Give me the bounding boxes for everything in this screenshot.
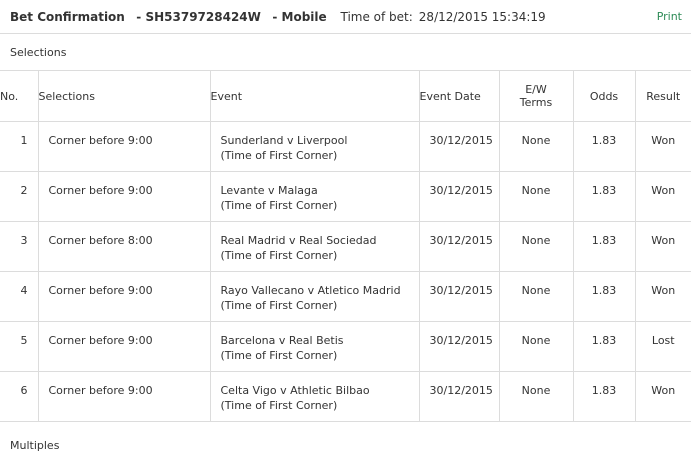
event-market: (Time of First Corner) bbox=[220, 349, 338, 362]
selection-cell: Corner before 8:00 bbox=[37, 221, 211, 272]
ew-terms-line1: E/W bbox=[525, 83, 547, 96]
row-number: 2 bbox=[0, 171, 39, 222]
event-date-cell: 30/12/2015 bbox=[418, 271, 500, 322]
selections-section-label: Selections bbox=[10, 46, 67, 59]
event-name: Sunderland v Liverpool bbox=[220, 134, 348, 147]
print-link[interactable]: Print bbox=[657, 10, 682, 23]
event-market: (Time of First Corner) bbox=[220, 299, 338, 312]
selection-cell: Corner before 9:00 bbox=[37, 371, 211, 422]
table-row: 1 Corner before 9:00 Sunderland v Liverp… bbox=[0, 121, 691, 172]
column-header-no: No. bbox=[0, 70, 39, 122]
column-header-selections: Selections bbox=[37, 70, 211, 122]
time-of-bet-label: Time of bet: bbox=[340, 10, 413, 24]
table-header-row: No. Selections Event Event Date E/W Term… bbox=[0, 70, 691, 122]
selection-cell: Corner before 9:00 bbox=[37, 121, 211, 172]
table-row: 3 Corner before 8:00 Real Madrid v Real … bbox=[0, 221, 691, 272]
event-date-cell: 30/12/2015 bbox=[418, 221, 500, 272]
row-number: 3 bbox=[0, 221, 39, 272]
event-date-cell: 30/12/2015 bbox=[418, 171, 500, 222]
selections-table: No. Selections Event Event Date E/W Term… bbox=[0, 70, 691, 422]
ew-terms-cell: None bbox=[498, 221, 574, 272]
time-of-bet-value: 28/12/2015 15:34:19 bbox=[418, 10, 546, 24]
page-title: Bet Confirmation bbox=[10, 10, 125, 24]
odds-cell: 1.83 bbox=[572, 171, 636, 222]
event-date-cell: 30/12/2015 bbox=[418, 321, 500, 372]
event-market: (Time of First Corner) bbox=[220, 249, 338, 262]
odds-cell: 1.83 bbox=[572, 121, 636, 172]
multiples-section-label: Multiples bbox=[10, 439, 60, 452]
column-header-result: Result bbox=[634, 70, 691, 122]
bet-channel: Mobile bbox=[281, 10, 327, 24]
row-number: 1 bbox=[0, 121, 39, 172]
odds-cell: 1.83 bbox=[572, 221, 636, 272]
column-header-event-date: Event Date bbox=[418, 70, 500, 122]
result-cell: Won bbox=[634, 271, 691, 322]
event-cell: Levante v Malaga (Time of First Corner) bbox=[209, 171, 420, 222]
bet-channel-prefix: - bbox=[272, 10, 282, 24]
event-name: Real Madrid v Real Sociedad bbox=[220, 234, 377, 247]
ew-terms-cell: None bbox=[498, 371, 574, 422]
ew-terms-cell: None bbox=[498, 321, 574, 372]
row-number: 6 bbox=[0, 371, 39, 422]
event-name: Levante v Malaga bbox=[220, 184, 318, 197]
event-cell: Barcelona v Real Betis (Time of First Co… bbox=[209, 321, 420, 372]
event-market: (Time of First Corner) bbox=[220, 149, 338, 162]
column-header-event: Event bbox=[209, 70, 420, 122]
result-cell: Won bbox=[634, 221, 691, 272]
result-cell: Lost bbox=[634, 321, 691, 372]
ew-terms-line2: Terms bbox=[519, 96, 553, 109]
event-date-cell: 30/12/2015 bbox=[418, 371, 500, 422]
odds-cell: 1.83 bbox=[572, 321, 636, 372]
table-row: 4 Corner before 9:00 Rayo Vallecano v At… bbox=[0, 271, 691, 322]
event-market: (Time of First Corner) bbox=[220, 399, 338, 412]
row-number: 5 bbox=[0, 321, 39, 372]
event-cell: Real Madrid v Real Sociedad (Time of Fir… bbox=[209, 221, 420, 272]
event-cell: Rayo Vallecano v Atletico Madrid (Time o… bbox=[209, 271, 420, 322]
odds-cell: 1.83 bbox=[572, 271, 636, 322]
bet-reference: SH5379728424W bbox=[145, 10, 261, 24]
selection-cell: Corner before 9:00 bbox=[37, 321, 211, 372]
event-date-cell: 30/12/2015 bbox=[418, 121, 500, 172]
event-cell: Sunderland v Liverpool (Time of First Co… bbox=[209, 121, 420, 172]
ew-terms-cell: None bbox=[498, 271, 574, 322]
selection-cell: Corner before 9:00 bbox=[37, 171, 211, 222]
event-name: Celta Vigo v Athletic Bilbao bbox=[220, 384, 370, 397]
table-row: 5 Corner before 9:00 Barcelona v Real Be… bbox=[0, 321, 691, 372]
selection-cell: Corner before 9:00 bbox=[37, 271, 211, 322]
event-market: (Time of First Corner) bbox=[220, 199, 338, 212]
table-row: 2 Corner before 9:00 Levante v Malaga (T… bbox=[0, 171, 691, 222]
result-cell: Won bbox=[634, 121, 691, 172]
odds-cell: 1.83 bbox=[572, 371, 636, 422]
header-title-line: Bet Confirmation - SH5379728424W - Mobil… bbox=[10, 10, 546, 24]
ew-terms-cell: None bbox=[498, 121, 574, 172]
column-header-ew-terms: E/W Terms bbox=[498, 70, 574, 122]
result-cell: Won bbox=[634, 171, 691, 222]
row-number: 4 bbox=[0, 271, 39, 322]
event-name: Rayo Vallecano v Atletico Madrid bbox=[220, 284, 401, 297]
table-row: 6 Corner before 9:00 Celta Vigo v Athlet… bbox=[0, 371, 691, 422]
ew-terms-cell: None bbox=[498, 171, 574, 222]
bet-confirmation-header: Bet Confirmation - SH5379728424W - Mobil… bbox=[0, 0, 691, 34]
event-name: Barcelona v Real Betis bbox=[220, 334, 344, 347]
column-header-odds: Odds bbox=[572, 70, 636, 122]
result-cell: Won bbox=[634, 371, 691, 422]
event-cell: Celta Vigo v Athletic Bilbao (Time of Fi… bbox=[209, 371, 420, 422]
